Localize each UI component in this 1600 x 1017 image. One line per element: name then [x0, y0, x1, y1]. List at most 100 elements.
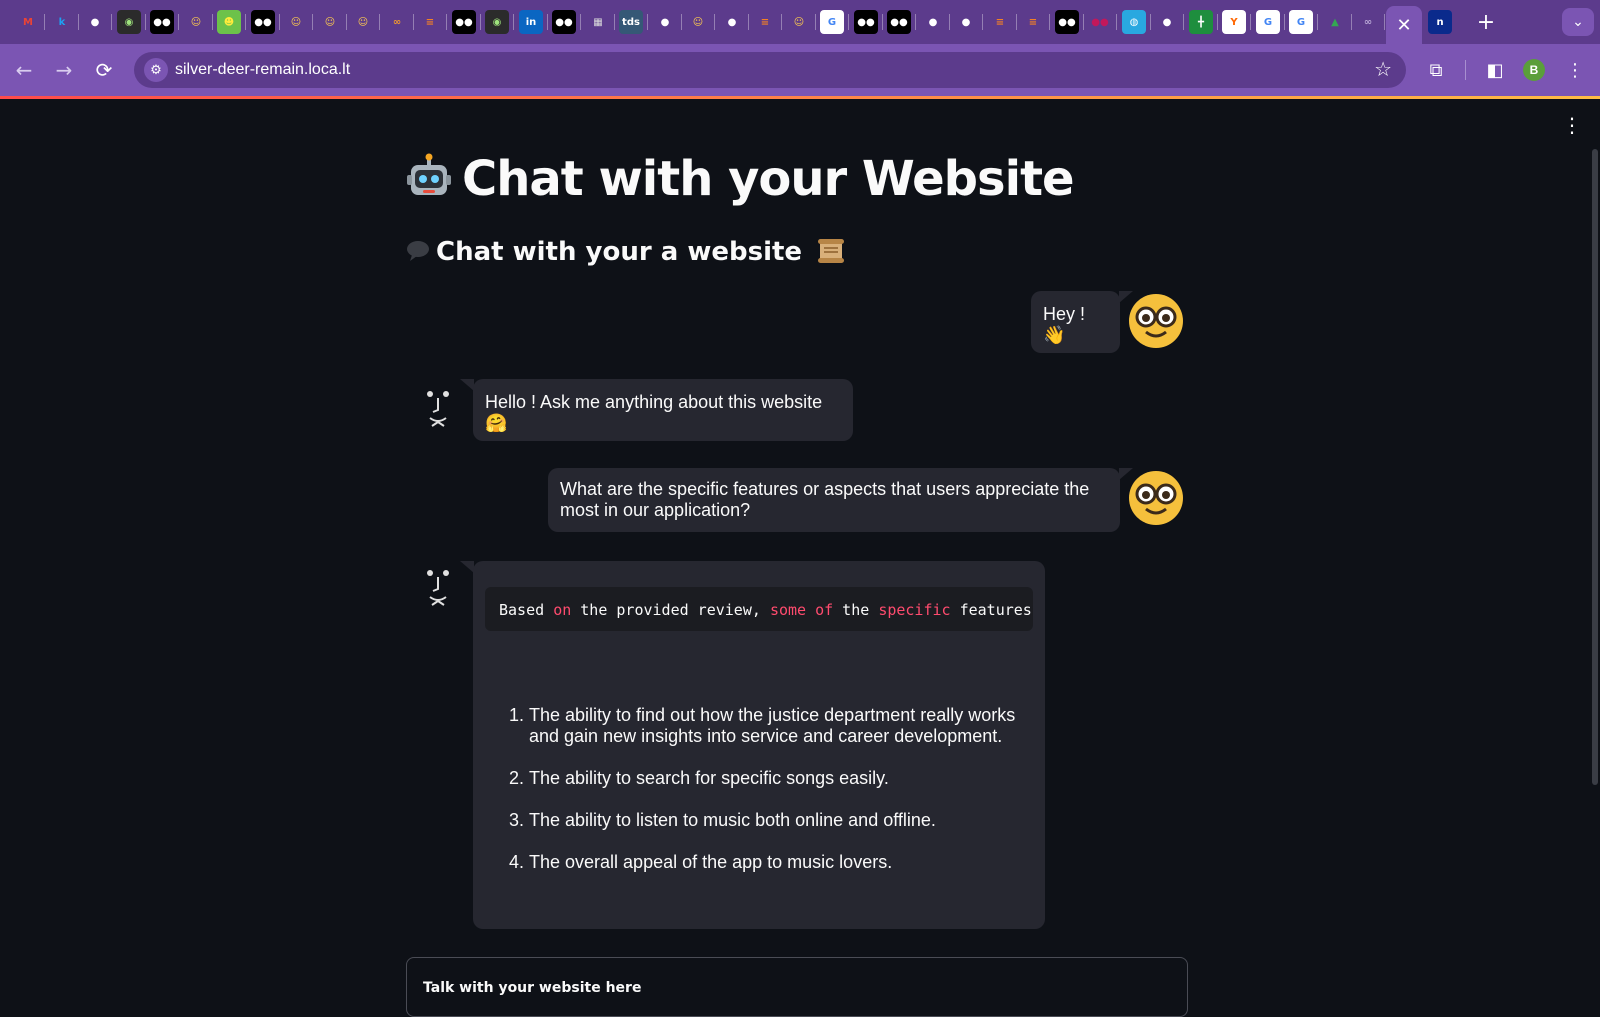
user-avatar	[1129, 294, 1183, 348]
ycombinator-icon[interactable]: Y	[1222, 10, 1246, 34]
huggingface-icon[interactable]: ☺	[351, 10, 375, 34]
tab-separator	[1351, 14, 1352, 30]
chat-input-form[interactable]: Talk with your website here	[406, 957, 1188, 1017]
side-panel-icon[interactable]: ◧	[1481, 56, 1509, 84]
tab-separator	[949, 14, 950, 30]
site-info-icon[interactable]: ⚙	[144, 58, 168, 82]
bot-avatar	[418, 563, 458, 619]
sheets-icon[interactable]: ╋	[1189, 10, 1213, 34]
medium-icon[interactable]: ●●	[887, 10, 911, 34]
cherry-icon[interactable]: ●●	[1088, 10, 1112, 34]
message-text: What are the specific features or aspect…	[560, 479, 1090, 520]
globe-icon[interactable]: ◍	[1122, 10, 1146, 34]
extensions-icon[interactable]: ⧉	[1422, 56, 1450, 84]
url-text[interactable]: silver-deer-remain.loca.lt	[175, 61, 350, 79]
tab-separator	[982, 14, 983, 30]
message-text: Hey ! 👋	[1043, 304, 1086, 345]
reload-button[interactable]: ⟳	[90, 56, 118, 84]
app-menu-icon[interactable]: ⋮	[1562, 113, 1582, 137]
address-bar[interactable]: ⚙ silver-deer-remain.loca.lt ☆	[134, 52, 1406, 88]
google-icon[interactable]: G	[820, 10, 844, 34]
profile-avatar[interactable]: B	[1523, 59, 1545, 81]
tab-separator	[111, 14, 112, 30]
tab-separator	[647, 14, 648, 30]
list-item: The ability to listen to music both onli…	[529, 810, 1029, 831]
huggingface-icon[interactable]: ☺	[318, 10, 342, 34]
huggingface-icon[interactable]: ☺	[787, 10, 811, 34]
grid-icon[interactable]: ▦	[586, 10, 610, 34]
medium-icon[interactable]: ●●	[150, 10, 174, 34]
tab-separator	[446, 14, 447, 30]
user-avatar	[1129, 471, 1183, 525]
active-tab[interactable]: ✕	[1386, 6, 1422, 44]
google-drive-icon[interactable]: ▲	[1323, 10, 1347, 34]
tab-separator	[1183, 14, 1184, 30]
medium-icon[interactable]: ●●	[452, 10, 476, 34]
code-text: the	[833, 601, 879, 619]
github-icon[interactable]: ●	[921, 10, 945, 34]
google-icon[interactable]: G	[1289, 10, 1313, 34]
tab-separator	[279, 14, 280, 30]
speech-balloon-icon	[407, 241, 429, 261]
huggingface-icon[interactable]: ☺	[686, 10, 710, 34]
tab-separator	[513, 14, 514, 30]
copilot-icon[interactable]: ◉	[485, 10, 509, 34]
back-button[interactable]: ←	[10, 56, 38, 84]
medium-icon[interactable]: ●●	[251, 10, 275, 34]
tab-separator	[748, 14, 749, 30]
medium-icon[interactable]: ●●	[552, 10, 576, 34]
bookmark-star-icon[interactable]: ☆	[1374, 57, 1392, 81]
browser-menu-icon[interactable]: ⋮	[1561, 56, 1589, 84]
google-icon[interactable]: G	[1256, 10, 1280, 34]
code-block[interactable]: Based on the provided review, some of th…	[485, 587, 1033, 631]
tab-separator	[178, 14, 179, 30]
tab-strip: + ⌄ Mk ● ◉ ●● ☺ ☻ ●● ☺ ☺ ☺ ∞ ≡ ●● ◉ in ●● ▦ tds ● ☺ ● ≡ ☺ G ●● ●●…	[0, 0, 1600, 44]
stackoverflow-icon[interactable]: ≡	[753, 10, 777, 34]
github-icon[interactable]: ●	[653, 10, 677, 34]
smile-icon[interactable]: ☻	[217, 10, 241, 34]
stackoverflow-icon[interactable]: ≡	[1021, 10, 1045, 34]
github-icon[interactable]: ●	[954, 10, 978, 34]
linkedin-icon[interactable]: in	[519, 10, 543, 34]
tab-separator	[614, 14, 615, 30]
medium-icon[interactable]: ●●	[854, 10, 878, 34]
tab-separator	[212, 14, 213, 30]
gmail-icon[interactable]: M	[16, 10, 40, 34]
tab-separator	[882, 14, 883, 30]
tab-separator	[815, 14, 816, 30]
code-text: features	[950, 601, 1033, 619]
code-keyword: of	[815, 601, 834, 619]
infinity-icon[interactable]: ∞	[385, 10, 409, 34]
huggingface-icon[interactable]: ☺	[184, 10, 208, 34]
user-message: What are the specific features or aspect…	[548, 468, 1120, 532]
tab-separator	[1217, 14, 1218, 30]
copilot-icon[interactable]: ◉	[117, 10, 141, 34]
stackoverflow-icon[interactable]: ≡	[988, 10, 1012, 34]
infinity-icon[interactable]: ∞	[1356, 10, 1380, 34]
k-icon[interactable]: k	[50, 10, 74, 34]
close-tab-icon[interactable]: ✕	[1396, 15, 1411, 36]
github-icon[interactable]: ●	[720, 10, 744, 34]
github-icon[interactable]: ●	[1155, 10, 1179, 34]
tds-icon[interactable]: tds	[619, 10, 643, 34]
huggingface-icon[interactable]: ☺	[284, 10, 308, 34]
medium-icon[interactable]: ●●	[1055, 10, 1079, 34]
code-keyword: specific	[878, 601, 951, 619]
tab-separator	[915, 14, 916, 30]
list-item: The ability to search for specific songs…	[529, 768, 1029, 789]
forward-button[interactable]: →	[50, 56, 78, 84]
new-tab-button[interactable]: +	[1474, 10, 1498, 35]
scrollbar[interactable]	[1592, 149, 1598, 785]
tab-separator	[379, 14, 380, 30]
tab-separator	[681, 14, 682, 30]
tab-search-button[interactable]: ⌄	[1562, 8, 1594, 36]
github-icon[interactable]: ●	[83, 10, 107, 34]
page-title-text: Chat with your Website	[462, 151, 1075, 207]
stackoverflow-icon[interactable]: ≡	[418, 10, 442, 34]
n-icon[interactable]: n	[1428, 10, 1452, 34]
tab-separator	[78, 14, 79, 30]
tab-separator	[245, 14, 246, 30]
bubble-tail	[460, 561, 474, 573]
answer-list: The ability to find out how the justice …	[529, 705, 1029, 894]
tab-separator	[1317, 14, 1318, 30]
